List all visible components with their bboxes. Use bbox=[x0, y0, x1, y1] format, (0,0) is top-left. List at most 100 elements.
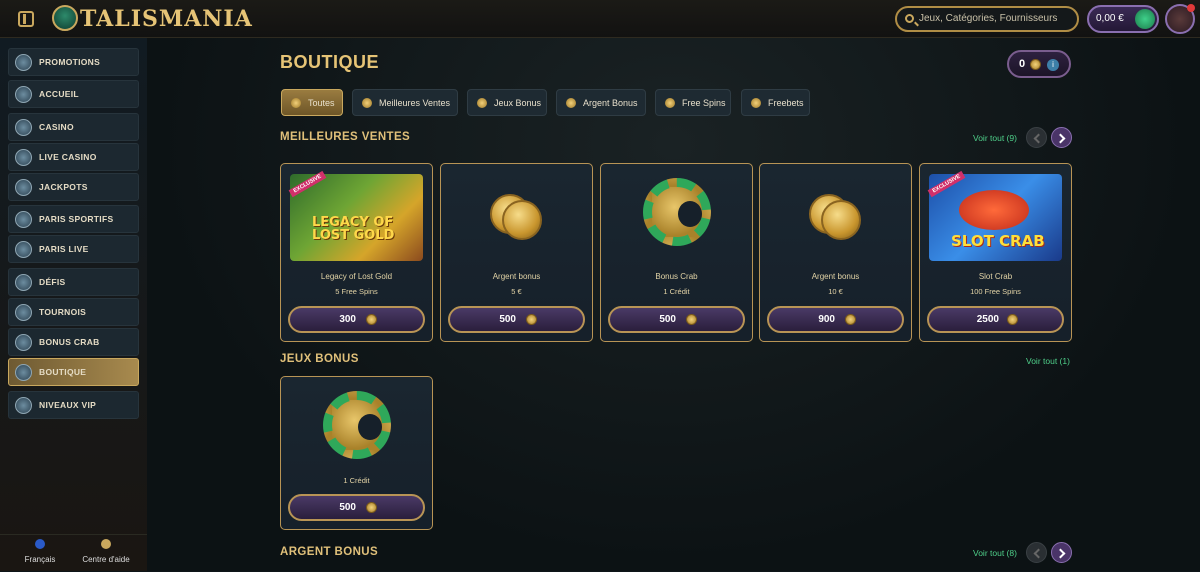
section-title: MEILLEURES VENTES bbox=[280, 131, 411, 143]
crab-character-icon bbox=[959, 190, 1029, 230]
main-content: BOUTIQUE 0 i Toutes Meilleures Ventes Je… bbox=[147, 38, 1200, 571]
product-detail: 1 Crédit bbox=[663, 287, 690, 296]
sidebar-item-tournois[interactable]: TOURNOIS bbox=[8, 298, 139, 326]
help-center-button[interactable]: Centre d'aide bbox=[73, 535, 139, 572]
product-name: Slot Crab bbox=[978, 272, 1013, 281]
search-input[interactable]: Jeux, Catégories, Fournisseurs bbox=[895, 6, 1079, 32]
spin-icon bbox=[665, 98, 675, 108]
sidebar-item-label: JACKPOTS bbox=[39, 182, 88, 192]
buy-button[interactable]: 500 bbox=[448, 306, 585, 333]
sidebar-item-boutique[interactable]: BOUTIQUE bbox=[8, 358, 139, 386]
wallet-icon bbox=[1135, 9, 1155, 29]
crab-icon bbox=[15, 334, 32, 351]
product-detail: 1 Crédit bbox=[343, 476, 370, 485]
product-detail: 5 Free Spins bbox=[335, 287, 378, 296]
carousel-next-button[interactable] bbox=[1051, 542, 1072, 563]
sidebar-item-label: PARIS LIVE bbox=[39, 244, 89, 254]
shop-icon bbox=[15, 364, 32, 381]
see-all-link[interactable]: Voir tout (9) bbox=[973, 133, 1017, 143]
price: 900 bbox=[818, 314, 835, 325]
price: 500 bbox=[339, 502, 356, 513]
tab-meilleures-ventes[interactable]: Meilleures Ventes bbox=[352, 89, 458, 116]
sidebar-item-casino[interactable]: CASINO bbox=[8, 113, 139, 141]
product-card[interactable]: 1 Crédit 500 bbox=[280, 376, 433, 530]
language-button[interactable]: Français bbox=[7, 535, 73, 572]
buy-button[interactable]: 500 bbox=[288, 494, 425, 521]
search-placeholder: Jeux, Catégories, Fournisseurs bbox=[919, 13, 1058, 24]
search-icon bbox=[905, 14, 914, 23]
help-center-label: Centre d'aide bbox=[82, 555, 130, 564]
home-icon bbox=[15, 86, 32, 103]
product-card[interactable]: Argent bonus 10 € 900 bbox=[759, 163, 912, 342]
coins-icon bbox=[566, 98, 576, 108]
product-detail: 5 € bbox=[511, 287, 522, 296]
promotions-icon bbox=[15, 54, 32, 71]
buy-button[interactable]: 500 bbox=[608, 306, 745, 333]
tab-free-spins[interactable]: Free Spins bbox=[655, 89, 731, 116]
sidebar-item-live-casino[interactable]: LIVE CASINO bbox=[8, 143, 139, 171]
sidebar-item-accueil[interactable]: ACCUEIL bbox=[8, 80, 139, 108]
price: 500 bbox=[499, 314, 516, 325]
brand-logo[interactable]: TALISMANIA bbox=[80, 6, 253, 32]
tab-label: Toutes bbox=[308, 98, 335, 108]
product-name: Argent bonus bbox=[492, 272, 541, 281]
sidebar-toggle-icon[interactable] bbox=[18, 11, 34, 27]
buy-button[interactable]: 300 bbox=[288, 306, 425, 333]
coin-bag-icon bbox=[291, 98, 301, 108]
buy-button[interactable]: 900 bbox=[767, 306, 904, 333]
ticket-icon bbox=[751, 98, 761, 108]
sidebar-item-paris-sportifs[interactable]: PARIS SPORTIFS bbox=[8, 205, 139, 233]
product-image bbox=[769, 174, 902, 261]
cards-icon bbox=[15, 149, 32, 166]
product-image: EXCLUSIVE LEGACY OF LOST GOLD bbox=[288, 170, 423, 261]
sidebar-item-bonus-crab[interactable]: BONUS CRAB bbox=[8, 328, 139, 356]
tab-freebets[interactable]: Freebets bbox=[741, 89, 810, 116]
carousel-next-button[interactable] bbox=[1051, 127, 1072, 148]
game-logo-text: LEGACY OF LOST GOLD bbox=[312, 215, 395, 243]
carousel-prev-button[interactable] bbox=[1026, 542, 1047, 563]
jackpot-icon bbox=[15, 179, 32, 196]
product-image: EXCLUSIVE SLOT CRAB bbox=[927, 170, 1062, 261]
see-all-link[interactable]: Voir tout (8) bbox=[973, 548, 1017, 558]
sidebar-item-niveaux-vip[interactable]: NIVEAUX VIP bbox=[8, 391, 139, 419]
sidebar-item-label: LIVE CASINO bbox=[39, 152, 97, 162]
language-label: Français bbox=[24, 555, 56, 564]
sidebar-item-label: BOUTIQUE bbox=[39, 367, 87, 377]
info-icon[interactable]: i bbox=[1047, 59, 1059, 71]
points-balance[interactable]: 0 i bbox=[1007, 50, 1071, 78]
balance-button[interactable]: 0,00 € bbox=[1087, 5, 1159, 33]
product-card[interactable]: Bonus Crab 1 Crédit 500 bbox=[600, 163, 753, 342]
sidebar-item-defis[interactable]: DÉFIS bbox=[8, 268, 139, 296]
tab-label: Jeux Bonus bbox=[494, 98, 542, 108]
tab-jeux-bonus[interactable]: Jeux Bonus bbox=[467, 89, 547, 116]
tab-toutes[interactable]: Toutes bbox=[281, 89, 343, 116]
casino-chip-icon bbox=[15, 119, 32, 136]
sidebar: PROMOTIONS ACCUEIL CASINO LIVE CASINO JA… bbox=[0, 38, 147, 571]
sidebar-item-jackpots[interactable]: JACKPOTS bbox=[8, 173, 139, 201]
see-all-link[interactable]: Voir tout (1) bbox=[1026, 356, 1070, 366]
sidebar-item-label: BONUS CRAB bbox=[39, 337, 100, 347]
avatar[interactable] bbox=[1165, 4, 1195, 34]
bonus-crab-chip-icon bbox=[323, 391, 391, 459]
product-card[interactable]: EXCLUSIVE SLOT CRAB Slot Crab 100 Free S… bbox=[919, 163, 1072, 342]
buy-button[interactable]: 2500 bbox=[927, 306, 1064, 333]
live-tv-icon bbox=[15, 241, 32, 258]
product-name: Argent bonus bbox=[811, 272, 860, 281]
sidebar-item-paris-live[interactable]: PARIS LIVE bbox=[8, 235, 139, 263]
product-card[interactable]: Argent bonus 5 € 500 bbox=[440, 163, 593, 342]
game-logo-text: SLOT CRAB bbox=[951, 232, 1045, 250]
tab-label: Free Spins bbox=[682, 98, 726, 108]
product-image bbox=[450, 174, 583, 261]
product-card[interactable]: EXCLUSIVE LEGACY OF LOST GOLD Legacy of … bbox=[280, 163, 433, 342]
sidebar-item-promotions[interactable]: PROMOTIONS bbox=[8, 48, 139, 76]
star-icon bbox=[362, 98, 372, 108]
product-name: Bonus Crab bbox=[655, 272, 698, 281]
product-name: Legacy of Lost Gold bbox=[320, 272, 393, 281]
logo-emblem-icon[interactable] bbox=[52, 5, 78, 31]
section-title: JEUX BONUS bbox=[280, 353, 359, 365]
top-bar: TALISMANIA Jeux, Catégories, Fournisseur… bbox=[0, 0, 1200, 38]
sidebar-item-label: TOURNOIS bbox=[39, 307, 87, 317]
carousel-prev-button[interactable] bbox=[1026, 127, 1047, 148]
sidebar-item-label: DÉFIS bbox=[39, 277, 66, 287]
tab-argent-bonus[interactable]: Argent Bonus bbox=[556, 89, 646, 116]
